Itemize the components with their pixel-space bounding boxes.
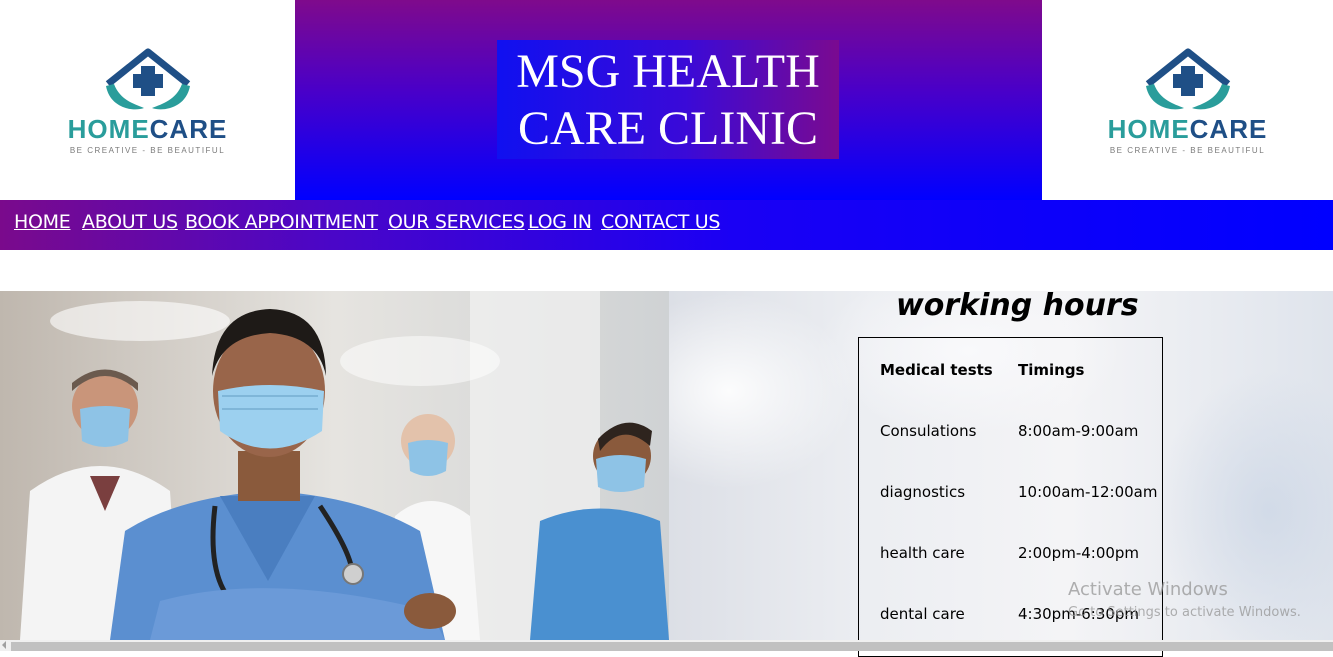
logo-word-care: CARE: [149, 113, 228, 144]
nav-link-our-services[interactable]: OUR SERVICES: [388, 210, 525, 234]
table-row-test: dental care: [880, 605, 965, 623]
nav-link-about-us[interactable]: ABOUT US: [82, 210, 178, 234]
table-row-time: 8:00am-9:00am: [1018, 422, 1139, 440]
logo-word-care: CARE: [1189, 113, 1268, 144]
logo-wordmark: HOMECARE: [1108, 114, 1268, 145]
table-header-timings: Timings: [1018, 361, 1085, 379]
nav-link-book-appointment[interactable]: BOOK APPOINTMENT: [185, 210, 378, 234]
title-box: MSG HEALTH CARE CLINIC: [497, 40, 839, 159]
table-row-time: 10:00am-12:00am: [1018, 483, 1158, 501]
logo-wordmark: HOMECARE: [68, 114, 228, 145]
scrollbar-thumb[interactable]: [11, 642, 1333, 651]
medical-staff-photo: [0, 291, 669, 640]
activate-windows-title: Activate Windows: [1068, 579, 1228, 600]
nav-link-log-in[interactable]: LOG IN: [528, 210, 592, 234]
page-title: MSG HEALTH CARE CLINIC: [516, 44, 820, 155]
working-hours-heading: working hours: [896, 288, 1139, 323]
medical-team-image: [0, 291, 669, 640]
table-row-test: diagnostics: [880, 483, 966, 501]
activate-windows-subtitle: Go to Settings to activate Windows.: [1068, 605, 1301, 620]
title-banner: MSG HEALTH CARE CLINIC: [295, 0, 1042, 200]
logo-tagline: BE CREATIVE - BE BEAUTIFUL: [1109, 145, 1266, 155]
house-hands-icon: [105, 48, 190, 109]
horizontal-scrollbar[interactable]: [0, 640, 1333, 651]
logo-tagline: BE CREATIVE - BE BEAUTIFUL: [69, 145, 226, 155]
activate-windows-watermark: Activate Windows Go to Settings to activ…: [1068, 579, 1301, 620]
table-row-test: health care: [880, 544, 965, 562]
nav-link-home[interactable]: HOME: [14, 210, 71, 234]
table-row-test: Consulations: [880, 422, 977, 440]
logo-word-home: HOME: [1107, 113, 1190, 144]
homecare-logo-left: HOMECARE BE CREATIVE - BE BEAUTIFUL: [0, 0, 295, 200]
table-row-time: 2:00pm-4:00pm: [1018, 544, 1140, 562]
homecare-logo-right: HOMECARE BE CREATIVE - BE BEAUTIFUL: [1042, 0, 1333, 200]
table-header-tests: Medical tests: [880, 361, 993, 379]
house-hands-icon: [1145, 48, 1230, 109]
site-header: HOMECARE BE CREATIVE - BE BEAUTIFUL MSG …: [0, 0, 1333, 200]
logo-word-home: HOME: [67, 113, 150, 144]
scroll-left-arrow-icon[interactable]: [2, 641, 6, 649]
nav-link-contact-us[interactable]: CONTACT US: [601, 210, 720, 234]
